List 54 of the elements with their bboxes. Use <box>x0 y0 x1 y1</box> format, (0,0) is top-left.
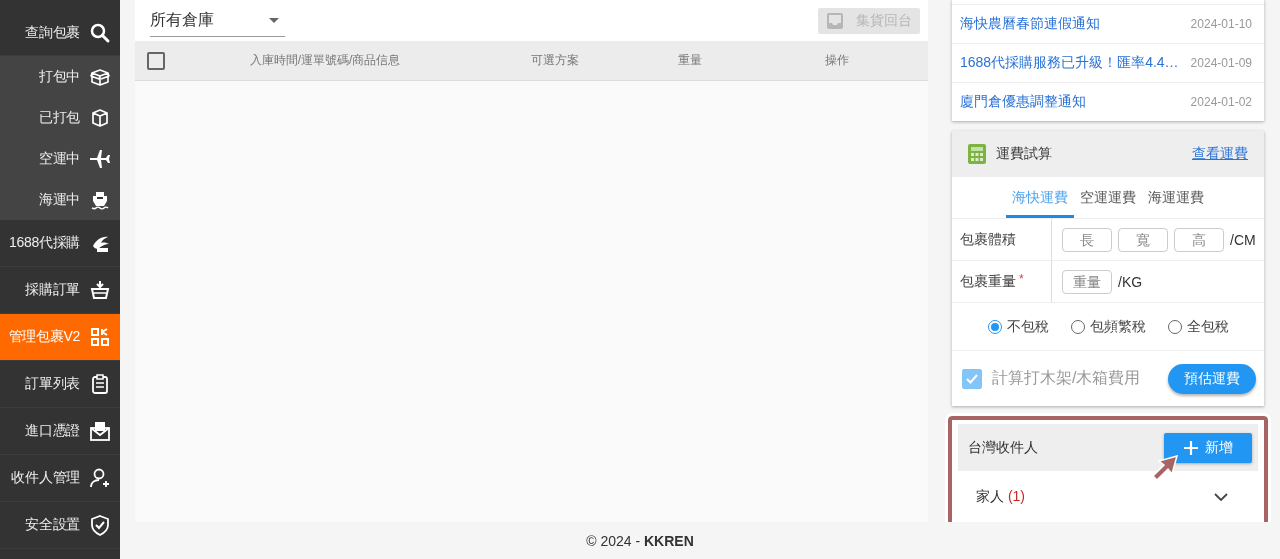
airplane-icon <box>89 147 111 170</box>
notice-date: 2024-01-09 <box>1190 56 1252 70</box>
grid-icon <box>89 326 111 348</box>
sidebar-item[interactable]: 收件人管理 <box>0 455 120 502</box>
inbox-icon <box>826 11 844 30</box>
required-mark: * <box>1019 272 1024 286</box>
warehouse-select[interactable]: 所有倉庫 <box>150 4 285 37</box>
notice-link[interactable]: 1688代採購服務已升級！匯率4.4… <box>960 54 1179 72</box>
sidebar-item[interactable]: 安全設置 <box>0 502 120 549</box>
input-field[interactable]: 重量 <box>1062 269 1112 294</box>
cube-icon <box>89 106 111 129</box>
column-header: 可選方案 <box>530 52 580 69</box>
notice-date: 2024-01-02 <box>1190 95 1252 109</box>
notice-link[interactable]: 廈門倉優惠調整通知 <box>960 93 1086 111</box>
sidebar-item[interactable]: 已打包 <box>0 97 120 138</box>
view-rates-link[interactable]: 查看運費 <box>1192 145 1248 163</box>
sidebar-item[interactable]: 1688代採購 <box>0 220 120 267</box>
sidebar-item[interactable]: 空運中 <box>0 138 120 179</box>
card-title: 運費試算 <box>996 145 1052 163</box>
envelope-icon <box>89 420 111 442</box>
search-icon <box>89 21 111 44</box>
calculator-icon <box>968 144 986 164</box>
column-header: 操作 <box>823 52 850 69</box>
section-title: 台灣收件人 <box>968 438 1038 457</box>
basket-icon <box>89 279 111 301</box>
column-header: 入庫時間/運單號碼/商品信息 <box>248 52 402 69</box>
sidebar-item[interactable]: 訂單列表 <box>0 361 120 408</box>
rate-tab[interactable]: 海運運費 <box>1142 177 1210 218</box>
shield-check-icon <box>89 514 111 536</box>
input-field[interactable]: 長 <box>1062 227 1112 252</box>
sidebar-item[interactable]: 打包中 <box>0 56 120 97</box>
column-header: 重量 <box>677 52 703 69</box>
unit-label: /CM <box>1230 231 1256 248</box>
field-label: 包裹體積 <box>960 230 1016 249</box>
input-field[interactable]: 寬 <box>1118 227 1168 252</box>
notice-date: 2024-01-10 <box>1190 17 1252 31</box>
group-name: 家人 (1) <box>976 488 1025 506</box>
tax-radio[interactable]: 不包稅 <box>987 317 1049 336</box>
field-label: 包裹重量 <box>960 272 1016 291</box>
cursor-arrow-icon <box>1151 455 1179 481</box>
notice-link[interactable]: 海快農曆春節連假通知 <box>960 15 1100 33</box>
plus-icon <box>1183 439 1199 456</box>
rate-tab[interactable]: 空運運費 <box>1074 177 1142 218</box>
clipboard-icon <box>89 373 111 395</box>
select-all-checkbox[interactable] <box>147 51 165 70</box>
checkbox-label: 計算打木架/木箱費用 <box>992 368 1141 388</box>
user-plus-icon <box>89 467 111 489</box>
unit-label: /KG <box>1118 273 1143 290</box>
tax-radio[interactable]: 包頻繁稅 <box>1070 317 1146 336</box>
input-field[interactable]: 高 <box>1174 227 1224 252</box>
tax-radio[interactable]: 全包稅 <box>1167 317 1229 336</box>
sidebar-item[interactable]: 海運中 <box>0 179 120 220</box>
copyright-text: © 2024 - KKREN <box>586 532 694 549</box>
sidebar-item[interactable]: 進口憑證 <box>0 408 120 455</box>
